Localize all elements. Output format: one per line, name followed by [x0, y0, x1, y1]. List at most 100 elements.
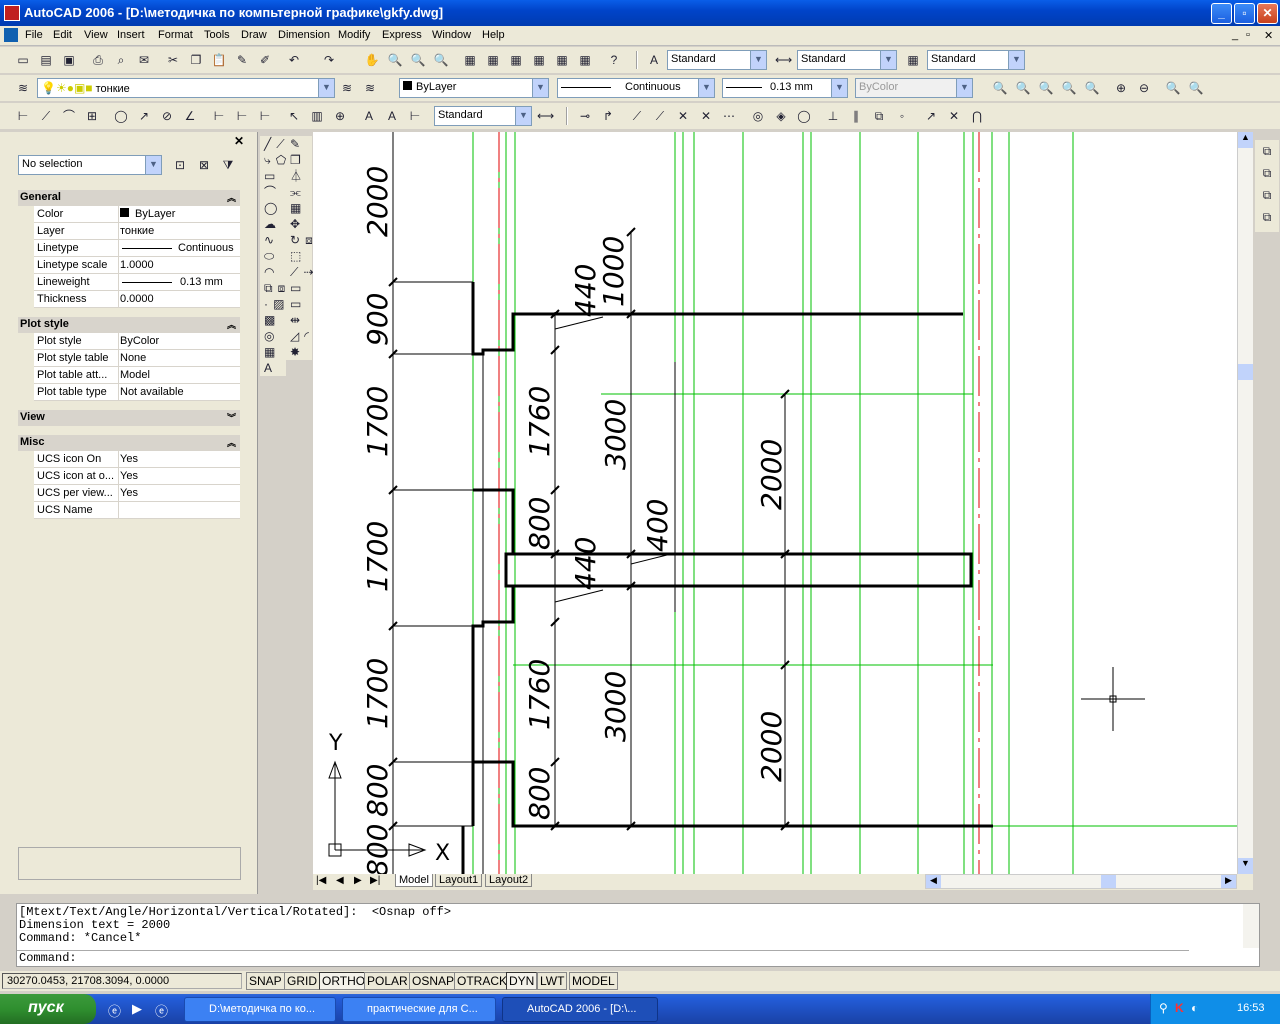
- antivirus-icon[interactable]: K: [1175, 1001, 1184, 1015]
- pan-icon[interactable]: ✋: [363, 51, 381, 69]
- prop-row[interactable]: UCS Name: [34, 502, 240, 519]
- quick-dim-icon[interactable]: ⊢: [210, 107, 228, 125]
- command-input[interactable]: Command:: [17, 950, 1189, 966]
- autocad-app-icon[interactable]: [4, 5, 20, 21]
- designcenter-icon[interactable]: ▦: [484, 51, 502, 69]
- tolerance-icon[interactable]: ▥: [308, 107, 326, 125]
- dimtedit-icon[interactable]: A: [383, 107, 401, 125]
- new-icon[interactable]: ▭: [14, 51, 32, 69]
- scroll-down-icon[interactable]: ▼: [1238, 858, 1253, 874]
- menu-format[interactable]: Format: [158, 29, 193, 41]
- ordinate-dim-icon[interactable]: ⊞: [83, 107, 101, 125]
- arc-length-icon[interactable]: ⌒: [60, 107, 78, 125]
- dimupdate-icon[interactable]: ⊢: [406, 107, 424, 125]
- scroll-up-icon[interactable]: ▲: [1238, 132, 1253, 148]
- ellipse-icon[interactable]: ⬭: [263, 248, 275, 264]
- zoom-window-icon[interactable]: 🔍: [991, 79, 1009, 97]
- table-icon[interactable]: ▦: [263, 344, 276, 360]
- paste-icon[interactable]: 📋: [210, 51, 228, 69]
- lwt-toggle[interactable]: LWT: [537, 972, 568, 990]
- color-select[interactable]: ByLayer ▼: [399, 78, 549, 98]
- zoom-all-icon[interactable]: 🔍: [1164, 79, 1182, 97]
- rotate-icon[interactable]: ↻: [289, 232, 301, 248]
- jogged-dim-icon[interactable]: ↗: [135, 107, 153, 125]
- zoom-center-icon[interactable]: 🔍: [1060, 79, 1078, 97]
- break-icon[interactable]: ▭: [289, 296, 302, 312]
- calculator-icon[interactable]: ▦: [576, 51, 594, 69]
- snap-apparent-icon[interactable]: ✕: [697, 107, 715, 125]
- insert-block-icon[interactable]: ⧉: [263, 280, 274, 296]
- publish-icon[interactable]: ✉: [135, 51, 153, 69]
- zoom-in-icon[interactable]: ⊕: [1112, 79, 1130, 97]
- menu-edit[interactable]: Edit: [53, 29, 72, 41]
- dim-style-icon[interactable]: ⟷: [774, 51, 792, 69]
- plot-icon[interactable]: ⎙: [89, 51, 107, 69]
- leader-icon[interactable]: ↖: [285, 107, 303, 125]
- prop-row[interactable]: Linetype scale 1.0000: [34, 257, 240, 274]
- move-icon[interactable]: ✥: [289, 216, 301, 232]
- start-button[interactable]: пуск: [0, 994, 96, 1024]
- menu-modify[interactable]: Modify: [338, 29, 370, 41]
- join-icon[interactable]: ⇹: [289, 312, 301, 328]
- palette-close-icon[interactable]: ✕: [234, 134, 244, 148]
- table-style-icon[interactable]: ▦: [904, 51, 922, 69]
- array-icon[interactable]: ▦: [289, 200, 302, 216]
- make-current-layer-icon[interactable]: ≋: [338, 79, 356, 97]
- toggle-pickadd-icon[interactable]: ⊡: [171, 156, 189, 174]
- menu-insert[interactable]: Insert: [117, 29, 145, 41]
- zoom-scale-icon[interactable]: 🔍: [1037, 79, 1055, 97]
- tab-layout2[interactable]: Layout2: [485, 874, 533, 887]
- snap-node-icon[interactable]: ◦: [893, 107, 911, 125]
- select-objects-icon[interactable]: ⊠: [195, 156, 213, 174]
- network-icon[interactable]: ⚲: [1159, 1001, 1168, 1015]
- drawing-svg[interactable]: 2000 900 1700 1700 1700 800 800 1000 440…: [313, 132, 1237, 874]
- linear-dim-icon[interactable]: ⊢: [14, 107, 32, 125]
- snap-endpoint-icon[interactable]: ⟋: [628, 107, 646, 125]
- mtext-icon[interactable]: A: [263, 360, 273, 376]
- vertical-scrollbar[interactable]: ▲ ▼: [1237, 132, 1253, 874]
- menu-window[interactable]: Window: [432, 29, 471, 41]
- section-misc[interactable]: Misc ︽: [18, 435, 240, 451]
- zoom-object-icon[interactable]: 🔍: [1083, 79, 1101, 97]
- zoom-out-icon[interactable]: ⊖: [1135, 79, 1153, 97]
- dyn-toggle[interactable]: DYN: [506, 972, 538, 990]
- snap-center-icon[interactable]: ◎: [749, 107, 767, 125]
- circle-icon[interactable]: ◯: [263, 200, 278, 216]
- save-icon[interactable]: ▣: [60, 51, 78, 69]
- snap-intersection-icon[interactable]: ✕: [674, 107, 692, 125]
- send-back-icon[interactable]: ⧉: [1258, 164, 1276, 182]
- tab-prev-icon[interactable]: ◀: [336, 875, 344, 886]
- break-at-point-icon[interactable]: ▭: [289, 280, 302, 296]
- section-plot-style[interactable]: Plot style ︽: [18, 317, 240, 333]
- copy-object-icon[interactable]: ❐: [289, 152, 302, 168]
- spline-icon[interactable]: ∿: [263, 232, 275, 248]
- desktop-icon[interactable]: ⓔ: [155, 1001, 168, 1020]
- layer-manager-icon[interactable]: ≋: [14, 79, 32, 97]
- arc-icon[interactable]: ⌒: [263, 184, 277, 200]
- scroll-left-icon[interactable]: ◀: [926, 875, 941, 888]
- grid-toggle[interactable]: GRID: [284, 972, 320, 990]
- prop-row[interactable]: Color ByLayer: [34, 206, 240, 223]
- bring-front-icon[interactable]: ⧉: [1258, 142, 1276, 160]
- table-style-select[interactable]: Standard ▼: [927, 50, 1025, 70]
- doc-restore-icon[interactable]: ▫: [1246, 29, 1250, 41]
- polar-toggle[interactable]: POLAR: [364, 972, 411, 990]
- snap-from-icon[interactable]: ↱: [599, 107, 617, 125]
- zoom-dynamic-icon[interactable]: 🔍: [1014, 79, 1032, 97]
- erase-icon[interactable]: ✎: [289, 136, 301, 152]
- osnap-toggle[interactable]: OSNAP: [409, 972, 458, 990]
- markup-icon[interactable]: ▦: [553, 51, 571, 69]
- menu-tools[interactable]: Tools: [204, 29, 230, 41]
- tab-last-icon[interactable]: ▶|: [370, 875, 380, 886]
- snap-perpendicular-icon[interactable]: ⊥: [824, 107, 842, 125]
- matchprop-icon[interactable]: ✎: [233, 51, 251, 69]
- maximize-button[interactable]: ▫: [1234, 3, 1255, 24]
- prop-row[interactable]: Linetype Continuous: [34, 240, 240, 257]
- undo-icon[interactable]: ↶: [285, 51, 303, 69]
- scroll-right-icon[interactable]: ▶: [1221, 875, 1236, 888]
- zoom-window-icon[interactable]: 🔍: [409, 51, 427, 69]
- snap-extension-icon[interactable]: ⋯: [720, 107, 738, 125]
- plotstyle-select[interactable]: ByColor ▼: [855, 78, 973, 98]
- zoom-extents-icon[interactable]: 🔍: [1187, 79, 1205, 97]
- snap-midpoint-icon[interactable]: ⟋: [651, 107, 669, 125]
